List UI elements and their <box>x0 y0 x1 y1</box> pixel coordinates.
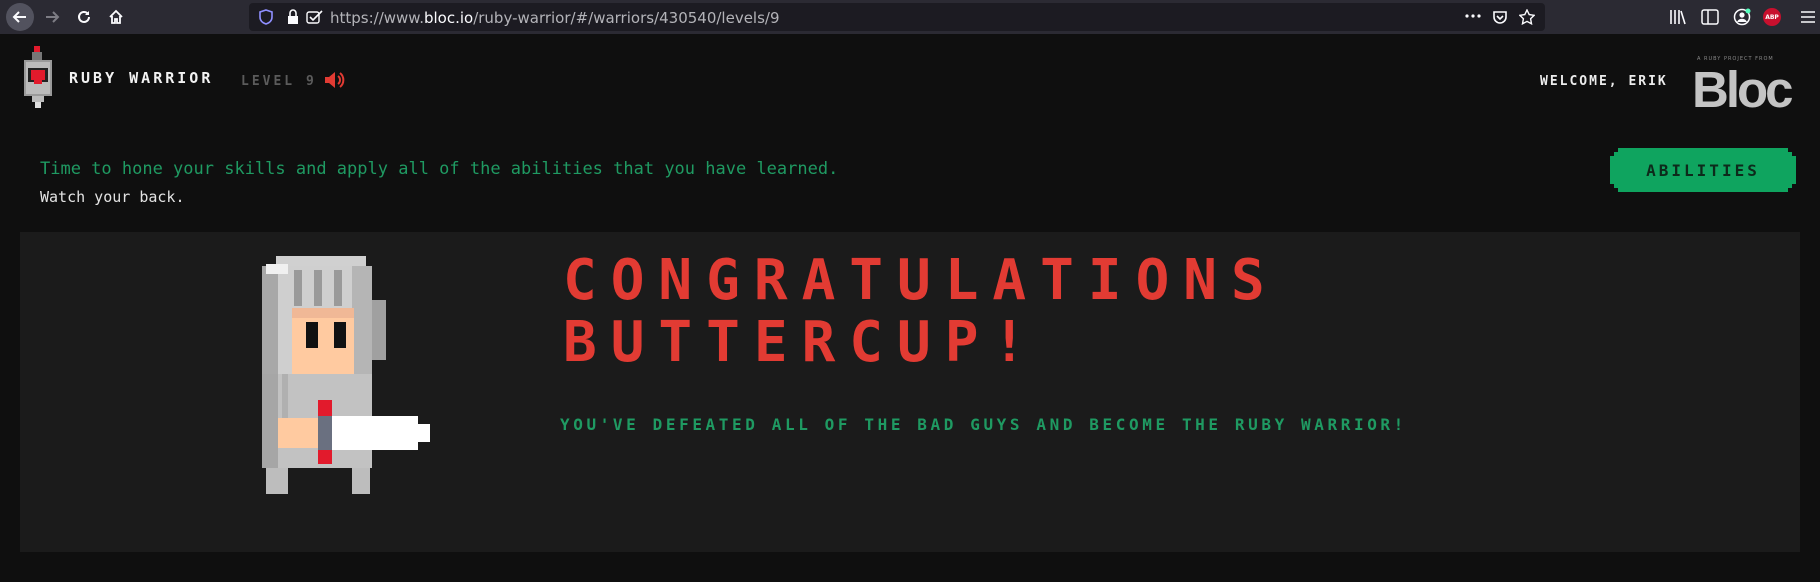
shield-icon[interactable] <box>259 9 273 25</box>
welcome-user[interactable]: WELCOME, ERIK <box>1540 74 1668 89</box>
congratulations-title: CONGRATULATIONS BUTTERCUP! <box>563 250 1279 374</box>
forward-button[interactable] <box>38 3 66 31</box>
arrow-left-icon <box>12 11 26 23</box>
adblock-badge-label: ABP <box>1765 13 1779 21</box>
bloc-logo[interactable]: Bloc <box>1692 60 1794 119</box>
browser-toolbar: https://www.bloc.io/ruby-warrior/#/warri… <box>0 0 1820 34</box>
arrow-right-icon <box>46 11 60 23</box>
lock-icon[interactable] <box>286 9 300 25</box>
url-host: bloc.io <box>423 9 474 27</box>
level-indicator: LEVEL 9 <box>241 74 317 89</box>
level-tip: Watch your back. <box>40 188 185 206</box>
permissions-icon[interactable] <box>306 9 324 25</box>
brand-title[interactable]: RUBY WARRIOR <box>69 69 213 87</box>
address-bar[interactable]: https://www.bloc.io/ruby-warrior/#/warri… <box>249 3 1545 31</box>
title-line-1: CONGRATULATIONS <box>563 248 1279 313</box>
reload-button[interactable] <box>70 3 98 31</box>
speaker-icon[interactable] <box>323 70 345 90</box>
pocket-icon[interactable] <box>1492 9 1508 25</box>
account-icon[interactable] <box>1733 8 1751 26</box>
abilities-button[interactable]: ABILITIES <box>1610 148 1796 192</box>
warrior-character-icon <box>262 256 430 494</box>
url-prefix: https://www. <box>330 9 424 27</box>
url-path: /ruby-warrior/#/warriors/430540/levels/9 <box>473 9 780 27</box>
menu-icon[interactable] <box>1800 10 1816 24</box>
home-icon <box>109 9 123 24</box>
title-line-2: BUTTERCUP! <box>563 310 1041 375</box>
url-text[interactable]: https://www.bloc.io/ruby-warrior/#/warri… <box>330 9 780 27</box>
library-icon[interactable] <box>1669 9 1687 25</box>
more-icon[interactable] <box>1465 14 1481 18</box>
reload-icon <box>78 10 90 23</box>
ruby-warrior-logo-icon[interactable] <box>22 46 58 108</box>
level-description: Time to hone your skills and apply all o… <box>40 159 839 179</box>
victory-message: YOU'VE DEFEATED ALL OF THE BAD GUYS AND … <box>560 415 1407 434</box>
back-button[interactable] <box>6 3 34 31</box>
adblock-icon[interactable]: ABP <box>1763 8 1781 26</box>
bookmark-star-icon[interactable] <box>1519 9 1535 25</box>
home-button[interactable] <box>102 3 130 31</box>
sidebar-icon[interactable] <box>1701 9 1719 25</box>
